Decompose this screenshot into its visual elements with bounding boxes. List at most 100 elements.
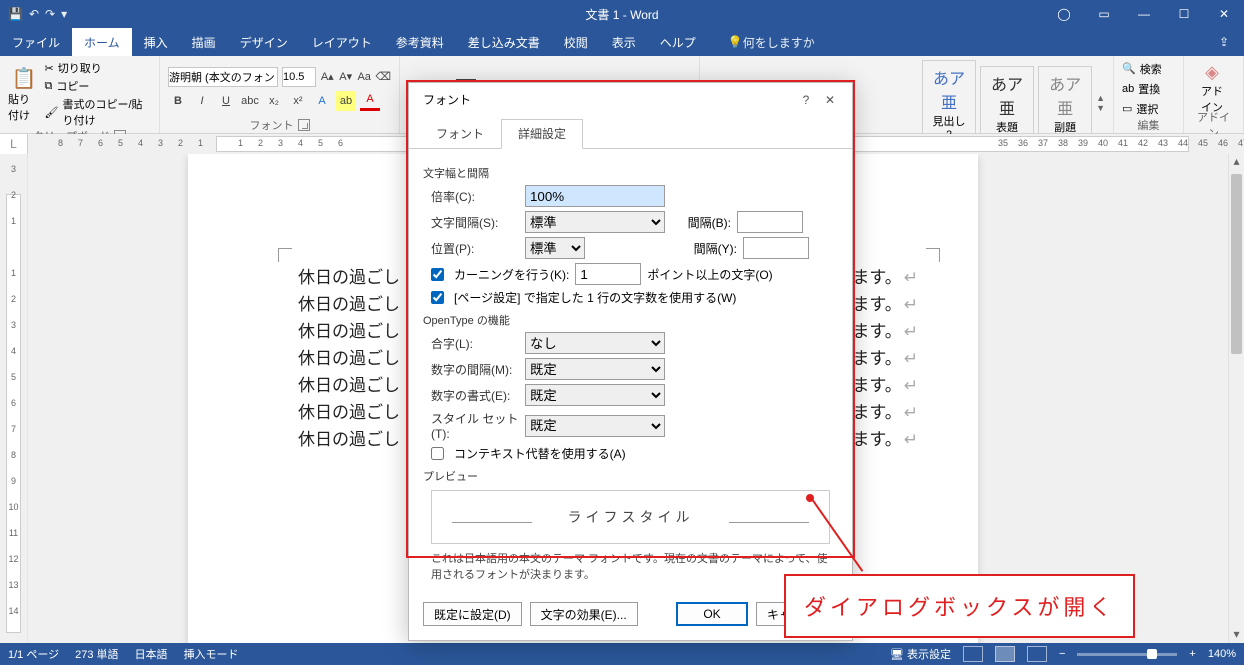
ok-button[interactable]: OK xyxy=(676,602,748,626)
underline-icon[interactable]: U xyxy=(216,91,236,111)
ribbon-tabs: ファイル ホーム 挿入 描画 デザイン レイアウト 参考資料 差し込み文書 校閲… xyxy=(0,28,1244,56)
title-bar: 💾 ↶ ↷ ▾ 文書 1 - Word ◯ ▭ — ☐ ✕ xyxy=(0,0,1244,28)
margin-mark-icon xyxy=(278,248,292,262)
font-color-icon[interactable]: A xyxy=(360,91,380,111)
tab-file[interactable]: ファイル xyxy=(0,28,72,56)
tab-layout[interactable]: レイアウト xyxy=(300,28,384,56)
kerning-value-input[interactable] xyxy=(575,263,641,285)
styleset-label: スタイル セット(T): xyxy=(431,410,519,441)
set-default-button[interactable]: 既定に設定(D) xyxy=(423,602,522,626)
status-words[interactable]: 273 単語 xyxy=(75,646,118,662)
dialog-tab-font[interactable]: フォント xyxy=(419,119,501,149)
minimize-button[interactable]: — xyxy=(1124,0,1164,28)
clear-format-icon[interactable]: ⌫ xyxy=(375,67,391,87)
vertical-scrollbar[interactable]: ▴ ▾ xyxy=(1228,154,1244,643)
status-page[interactable]: 1/1 ページ xyxy=(8,646,59,662)
tab-home[interactable]: ホーム xyxy=(72,28,132,56)
vertical-ruler[interactable]: 3211234567891011121314 xyxy=(0,154,28,643)
account-icon[interactable]: ◯ xyxy=(1044,0,1084,28)
cut-button[interactable]: ✂ 切り取り xyxy=(45,60,151,76)
font-group-label: フォント xyxy=(250,117,294,133)
dialog-close-icon[interactable]: ✕ xyxy=(818,93,842,107)
font-face-input[interactable] xyxy=(168,67,278,87)
style-title[interactable]: あア亜表題 xyxy=(980,66,1034,140)
preview-note: これは日本語用の本文のテーマ フォントです。現在の文書のテーマによって、使用され… xyxy=(431,550,830,582)
close-button[interactable]: ✕ xyxy=(1204,0,1244,28)
section-spacing: 文字幅と間隔 xyxy=(423,165,830,181)
styles-more[interactable]: ▲▼ xyxy=(1096,93,1105,113)
grow-font-icon[interactable]: A▴ xyxy=(320,67,334,87)
qat-undo-icon[interactable]: ↶ xyxy=(29,7,39,21)
scale-input[interactable] xyxy=(525,185,665,207)
style-subtitle[interactable]: あア亜副題 xyxy=(1038,66,1092,140)
text-effects-button[interactable]: 文字の効果(E)... xyxy=(530,602,638,626)
format-painter-button[interactable]: 🖌 書式のコピー/貼り付け xyxy=(45,96,151,128)
tab-design[interactable]: デザイン xyxy=(228,28,300,56)
find-button[interactable]: 🔍 検索 xyxy=(1122,61,1175,77)
view-print-icon[interactable] xyxy=(995,646,1015,662)
font-launcher[interactable] xyxy=(298,119,310,131)
select-button[interactable]: ▭ 選択 xyxy=(1122,101,1175,117)
paste-button[interactable]: 📋 貼り付け xyxy=(8,60,41,128)
ligatures-label: 合字(L): xyxy=(431,335,519,352)
status-mode[interactable]: 挿入モード xyxy=(184,646,239,662)
subscript-icon[interactable]: x₂ xyxy=(264,91,284,111)
ctxalt-checkbox[interactable] xyxy=(431,447,444,460)
maximize-button[interactable]: ☐ xyxy=(1164,0,1204,28)
tab-mailings[interactable]: 差し込み文書 xyxy=(456,28,552,56)
position-select[interactable]: 標準 xyxy=(525,237,585,259)
replace-button[interactable]: ab 置換 xyxy=(1122,81,1175,97)
pagegrid-checkbox[interactable] xyxy=(431,291,444,304)
qat-redo-icon[interactable]: ↷ xyxy=(45,7,55,21)
scroll-up-icon[interactable]: ▴ xyxy=(1229,154,1244,170)
paste-icon: 📋 xyxy=(12,66,37,91)
share-button[interactable]: ⇪ xyxy=(1204,28,1244,56)
text-effects-icon[interactable]: A xyxy=(312,91,332,111)
tab-view[interactable]: 表示 xyxy=(600,28,648,56)
position-by-input[interactable] xyxy=(743,237,809,259)
scroll-thumb[interactable] xyxy=(1231,174,1242,354)
view-web-icon[interactable] xyxy=(1027,646,1047,662)
view-read-icon[interactable] xyxy=(963,646,983,662)
ligatures-select[interactable]: なし xyxy=(525,332,665,354)
change-case-icon[interactable]: Aa xyxy=(357,67,371,87)
styleset-select[interactable]: 既定 xyxy=(525,415,665,437)
tab-insert[interactable]: 挿入 xyxy=(132,28,180,56)
copy-button[interactable]: ⧉ コピー xyxy=(45,78,151,94)
tab-references[interactable]: 参考資料 xyxy=(384,28,456,56)
zoom-out-button[interactable]: − xyxy=(1059,648,1065,660)
kerning-checkbox[interactable] xyxy=(431,268,444,281)
numspacing-select[interactable]: 既定 xyxy=(525,358,665,380)
italic-icon[interactable]: I xyxy=(192,91,212,111)
zoom-in-button[interactable]: + xyxy=(1189,648,1195,660)
numform-select[interactable]: 既定 xyxy=(525,384,665,406)
qat-customize-icon[interactable]: ▾ xyxy=(61,7,67,21)
annotation-callout: ダイアログボックスが開く xyxy=(784,574,1135,638)
dialog-help-icon[interactable]: ? xyxy=(794,93,818,107)
annotation-dot-icon xyxy=(806,494,814,502)
display-settings-button[interactable]: 🖥 表示設定 xyxy=(890,646,951,662)
zoom-value[interactable]: 140% xyxy=(1208,648,1236,660)
dialog-tab-advanced[interactable]: 詳細設定 xyxy=(501,119,583,149)
status-lang[interactable]: 日本語 xyxy=(135,646,168,662)
shrink-font-icon[interactable]: A▾ xyxy=(338,67,352,87)
tab-draw[interactable]: 描画 xyxy=(180,28,228,56)
zoom-slider[interactable] xyxy=(1077,653,1177,656)
ribbon-display-icon[interactable]: ▭ xyxy=(1084,0,1124,28)
highlight-icon[interactable]: ab xyxy=(336,91,356,111)
font-size-input[interactable] xyxy=(282,67,316,87)
bold-icon[interactable]: B xyxy=(168,91,188,111)
spacing-by-input[interactable] xyxy=(737,211,803,233)
qat-save-icon[interactable]: 💾 xyxy=(8,7,23,21)
scroll-down-icon[interactable]: ▾ xyxy=(1229,627,1244,643)
strike-icon[interactable]: abc xyxy=(240,91,260,111)
spacing-select[interactable]: 標準 xyxy=(525,211,665,233)
dialog-title: フォント xyxy=(423,91,471,108)
position-label: 位置(P): xyxy=(431,240,519,257)
pagegrid-label: [ページ設定] で指定した 1 行の文字数を使用する(W) xyxy=(454,289,736,306)
tell-me[interactable]: 💡 何をしますか xyxy=(716,28,827,56)
tab-review[interactable]: 校閲 xyxy=(552,28,600,56)
superscript-icon[interactable]: x² xyxy=(288,91,308,111)
tab-help[interactable]: ヘルプ xyxy=(648,28,708,56)
editing-group-label: 編集 xyxy=(1138,117,1160,133)
